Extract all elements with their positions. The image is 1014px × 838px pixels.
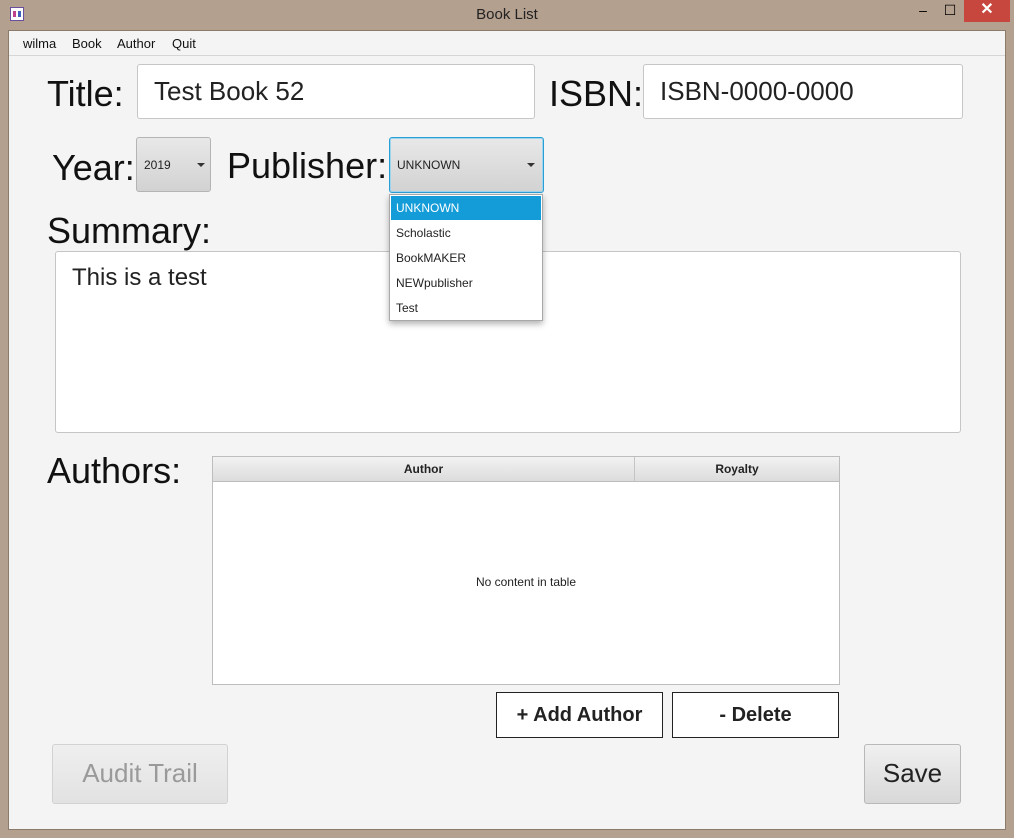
book-list-window: Book List – ☐ ✕ wilma Book Author Quit T… — [0, 0, 1014, 838]
isbn-input[interactable]: ISBN-0000-0000 — [643, 64, 963, 119]
audit-trail-button[interactable]: Audit Trail — [52, 744, 228, 804]
empty-table-placeholder: No content in table — [475, 575, 577, 589]
delete-button[interactable]: - Delete — [672, 692, 839, 738]
publisher-value: UNKNOWN — [397, 158, 461, 172]
chevron-down-icon — [527, 163, 535, 167]
table-header: Author Royalty — [213, 457, 839, 482]
publisher-label: Publisher: — [227, 145, 388, 186]
publisher-option-bookmaker[interactable]: BookMAKER — [391, 246, 541, 270]
authors-table[interactable]: Author Royalty No content in table — [212, 456, 840, 685]
publisher-option-scholastic[interactable]: Scholastic — [391, 221, 541, 245]
menu-bar: wilma Book Author Quit — [9, 31, 1005, 56]
year-combo[interactable]: 2019 — [136, 137, 211, 192]
publisher-dropdown-list: UNKNOWN Scholastic BookMAKER NEWpublishe… — [389, 194, 543, 321]
isbn-label: ISBN: — [549, 73, 644, 114]
year-label: Year: — [52, 147, 135, 188]
menu-author[interactable]: Author — [117, 36, 155, 51]
title-bar: Book List – ☐ ✕ — [0, 0, 1014, 30]
authors-label: Authors: — [47, 450, 182, 491]
menu-book[interactable]: Book — [72, 36, 102, 51]
menu-wilma[interactable]: wilma — [23, 36, 56, 51]
column-header-author[interactable]: Author — [213, 457, 635, 481]
add-author-button[interactable]: + Add Author — [496, 692, 663, 738]
save-button[interactable]: Save — [864, 744, 961, 804]
year-value: 2019 — [144, 158, 171, 172]
menu-quit[interactable]: Quit — [172, 36, 196, 51]
maximize-button[interactable]: ☐ — [937, 0, 963, 22]
publisher-option-unknown[interactable]: UNKNOWN — [391, 196, 541, 220]
minimize-button[interactable]: – — [910, 0, 936, 22]
title-label: Title: — [47, 73, 124, 114]
column-header-royalty[interactable]: Royalty — [635, 457, 839, 481]
summary-label: Summary: — [47, 210, 212, 251]
close-button[interactable]: ✕ — [964, 0, 1010, 22]
client-area: wilma Book Author Quit Title: Test Book … — [8, 30, 1006, 830]
window-title: Book List — [476, 6, 538, 23]
title-input[interactable]: Test Book 52 — [137, 64, 535, 119]
publisher-combo[interactable]: UNKNOWN — [389, 137, 544, 193]
publisher-option-test[interactable]: Test — [391, 296, 541, 320]
chevron-down-icon — [197, 163, 205, 167]
publisher-option-newpublisher[interactable]: NEWpublisher — [391, 271, 541, 295]
